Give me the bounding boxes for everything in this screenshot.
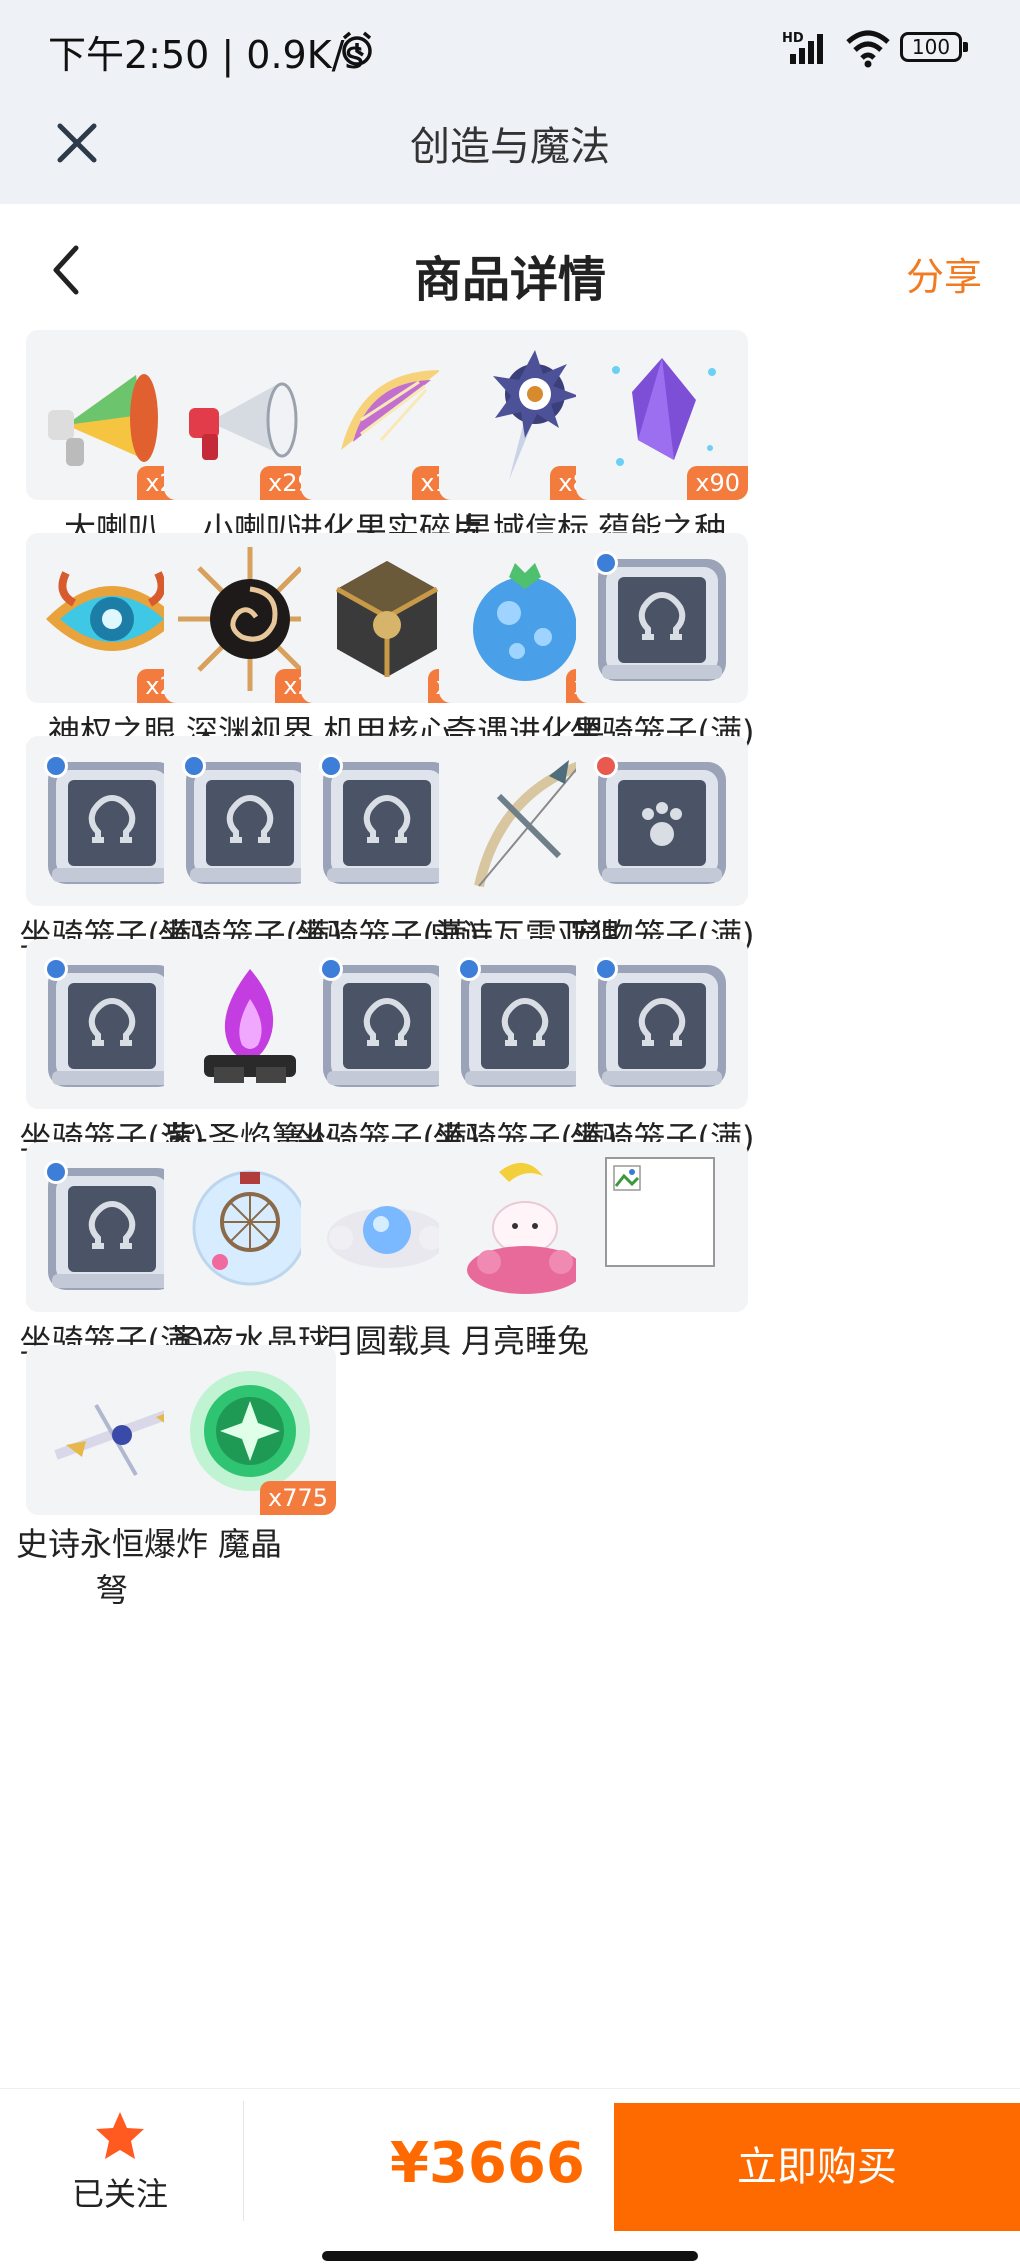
item-name: 魔晶 xyxy=(217,1525,282,1563)
status-bar: 下午2:50 | 0.9K/s HD 100 xyxy=(0,0,1020,100)
battery-indicator: 100 xyxy=(900,32,968,62)
svg-text:HD: HD xyxy=(782,31,804,46)
star-icon xyxy=(96,2112,144,2159)
bottom-action-bar: 已关注 ¥3666 立即购买 xyxy=(0,2088,1020,2268)
page-title: 商品详情 xyxy=(413,252,606,308)
item-card[interactable]: 坐骑笼子(满) xyxy=(570,533,754,755)
app-header: 创造与魔法 xyxy=(0,100,1020,204)
item-thumbnail xyxy=(576,736,748,906)
home-indicator xyxy=(322,2251,698,2261)
wifi-icon xyxy=(846,30,890,68)
price-text: ¥3666 xyxy=(390,2131,585,2196)
item-count-badge: x90 xyxy=(687,466,748,500)
buy-now-button[interactable]: 立即购买 xyxy=(614,2103,1020,2231)
item-count-badge: x775 xyxy=(259,1481,336,1515)
follow-button[interactable]: 已关注 xyxy=(0,2109,240,2249)
signal-icon: HD xyxy=(782,31,823,64)
item-name: 月亮睡兔 xyxy=(460,1322,589,1360)
share-button[interactable]: 分享 xyxy=(906,246,982,301)
status-time: 下午2:50 | 0.9K/s xyxy=(48,33,365,77)
divider xyxy=(243,2101,244,2221)
item-thumbnail xyxy=(576,533,748,703)
item-card[interactable]: 坐骑笼子(满) xyxy=(570,939,754,1161)
item-card[interactable] xyxy=(576,1142,748,1318)
battery-level: 100 xyxy=(911,35,951,59)
item-card[interactable]: x90 蕴能之种 xyxy=(576,330,748,552)
item-card[interactable]: 宠物笼子(满) xyxy=(570,736,754,958)
follow-label: 已关注 xyxy=(71,2175,168,2213)
item-thumbnail xyxy=(576,1142,748,1312)
mount-cage-icon xyxy=(576,939,748,1109)
mount-cage-icon xyxy=(576,533,748,703)
item-thumbnail: x90 xyxy=(576,330,748,500)
item-thumbnail xyxy=(576,939,748,1109)
pet-cage-icon xyxy=(576,736,748,906)
alarm-icon xyxy=(342,31,372,66)
broken-image-icon xyxy=(576,1142,748,1312)
page-nav-bar: 商品详情 分享 xyxy=(0,204,1020,332)
item-card[interactable]: x775 魔晶 xyxy=(164,1345,336,1567)
item-thumbnail: x775 xyxy=(164,1345,336,1515)
app-title: 创造与魔法 xyxy=(410,124,610,170)
